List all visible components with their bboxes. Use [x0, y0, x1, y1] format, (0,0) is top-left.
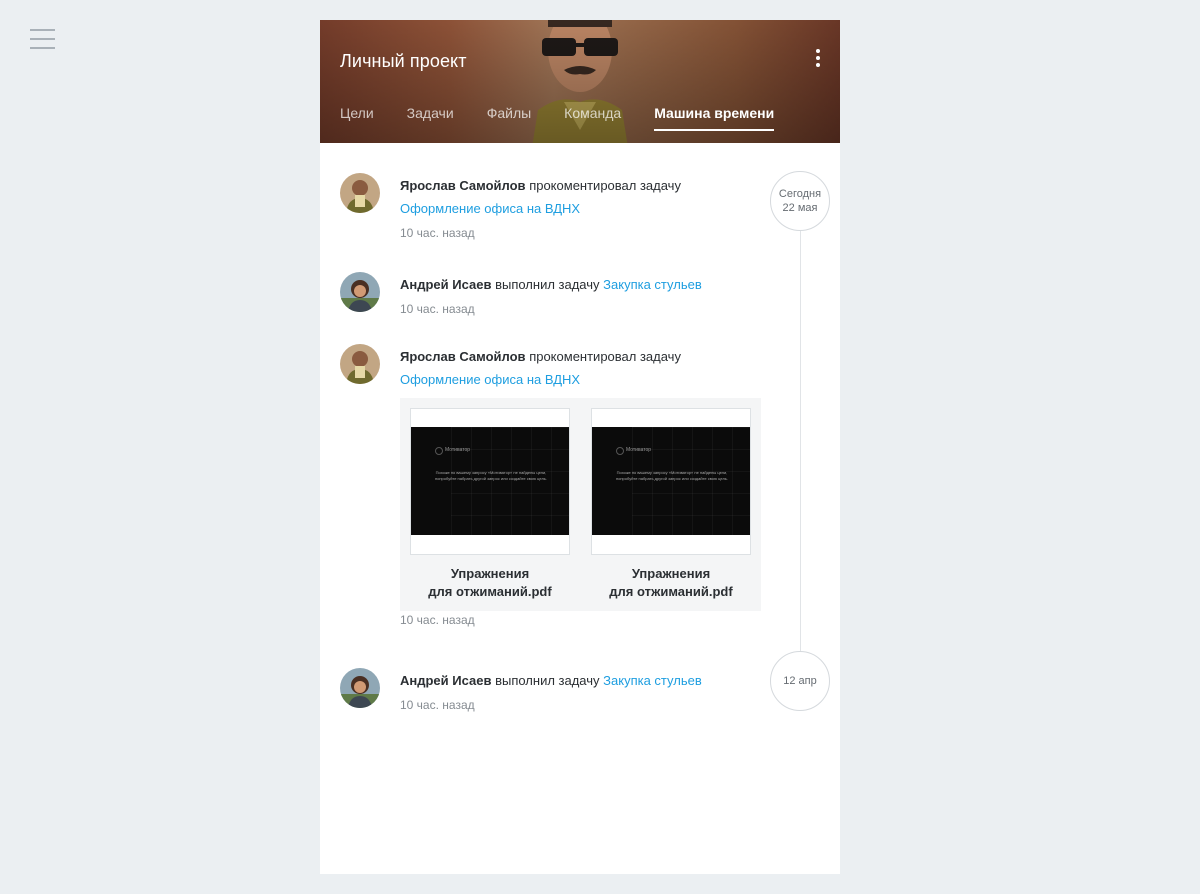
- author-link[interactable]: Андрей Исаев: [400, 673, 491, 688]
- timestamp: 10 час. назад: [400, 226, 475, 240]
- avatar[interactable]: [340, 272, 380, 312]
- avatar[interactable]: [340, 173, 380, 213]
- action-text: прокоментировал задачу: [529, 349, 681, 364]
- project-title: Личный проект: [340, 51, 467, 71]
- tab-goals[interactable]: Цели: [340, 103, 374, 139]
- timestamp: 10 час. назад: [400, 302, 475, 316]
- file-preview: Мотиватор Похоже по вашему запросу «Моти…: [410, 408, 570, 555]
- author-link[interactable]: Ярослав Самойлов: [400, 349, 526, 364]
- project-header: Личный проект Цели Задачи Файлы Команда …: [320, 20, 840, 143]
- menu-icon[interactable]: [30, 29, 55, 49]
- timeline-line: [800, 220, 801, 690]
- file-preview: Мотиватор Похоже по вашему запросу «Моти…: [591, 408, 751, 555]
- attachment-file[interactable]: Мотиватор Похоже по вашему запросу «Моти…: [410, 408, 570, 601]
- project-card: Личный проект Цели Задачи Файлы Команда …: [320, 20, 840, 874]
- action-text: выполнил задачу: [495, 673, 600, 688]
- attachments-panel: Мотиватор Похоже по вашему запросу «Моти…: [400, 398, 761, 611]
- attachment-file[interactable]: Мотиватор Похоже по вашему запросу «Моти…: [591, 408, 751, 601]
- timestamp: 10 час. назад: [400, 698, 475, 712]
- avatar[interactable]: [340, 668, 380, 708]
- attachment-name: Упражнения для отжиманий.pdf: [428, 566, 552, 599]
- task-link[interactable]: Закупка стульев: [603, 277, 702, 292]
- action-text: выполнил задачу: [495, 277, 600, 292]
- tab-tasks[interactable]: Задачи: [407, 103, 454, 139]
- tab-files[interactable]: Файлы: [487, 103, 531, 139]
- action-text: прокоментировал задачу: [529, 178, 681, 193]
- tab-time-machine[interactable]: Машина времени: [654, 103, 775, 131]
- more-options-icon[interactable]: [812, 49, 824, 69]
- task-link[interactable]: Закупка стульев: [603, 673, 702, 688]
- author-link[interactable]: Ярослав Самойлов: [400, 178, 526, 193]
- avatar[interactable]: [340, 344, 380, 384]
- attachment-name: Упражнения для отжиманий.pdf: [609, 566, 733, 599]
- task-link[interactable]: Оформление офиса на ВДНХ: [400, 200, 780, 218]
- tab-team[interactable]: Команда: [564, 103, 621, 139]
- author-link[interactable]: Андрей Исаев: [400, 277, 491, 292]
- timestamp: 10 час. назад: [400, 613, 475, 627]
- task-link[interactable]: Оформление офиса на ВДНХ: [400, 371, 780, 389]
- project-tabs: Цели Задачи Файлы Команда Машина времени: [340, 103, 807, 143]
